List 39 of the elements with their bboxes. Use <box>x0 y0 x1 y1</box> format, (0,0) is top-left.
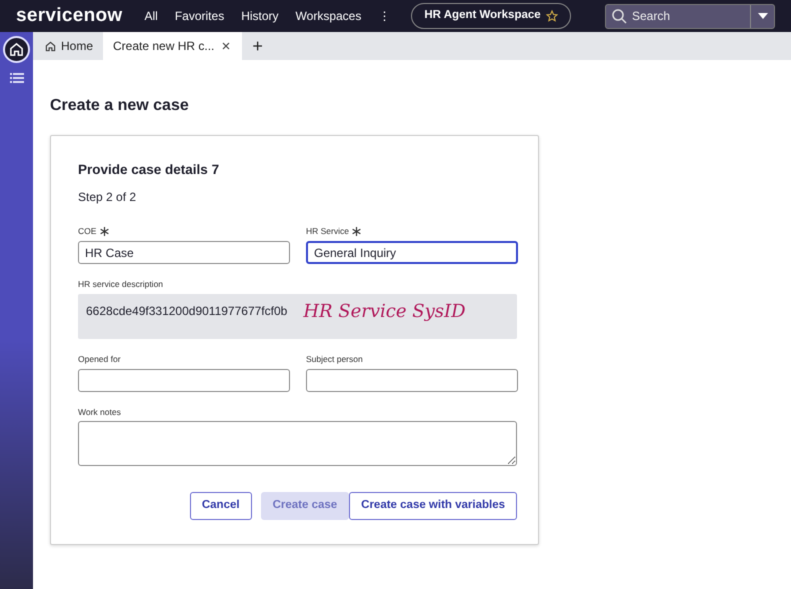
field-label: Subject person <box>306 352 363 366</box>
field-label: COE <box>78 225 96 238</box>
list-icon[interactable] <box>10 73 24 83</box>
action-button[interactable]: Cancel <box>190 492 252 520</box>
tab-label: Create new HR c... <box>113 38 214 55</box>
action-button[interactable]: Create case with variables <box>349 492 517 520</box>
nav-link[interactable]: All <box>144 7 158 25</box>
nav-link[interactable]: Favorites <box>174 7 224 25</box>
field-label: Work notes <box>78 406 121 418</box>
logo: servicenow <box>16 4 122 28</box>
field-label: Opened for <box>78 352 121 366</box>
field-label: HR Service <box>306 225 349 238</box>
field-label: HR service description <box>78 278 164 291</box>
new-tab-button[interactable]: + <box>242 32 273 60</box>
nav-link[interactable]: History <box>241 7 279 25</box>
close-icon[interactable] <box>222 42 230 50</box>
search-field[interactable]: Search <box>605 4 775 28</box>
input-field[interactable] <box>78 368 290 392</box>
tab[interactable]: Create new HR c... <box>103 32 242 60</box>
home-icon <box>9 42 24 57</box>
input-field[interactable] <box>306 368 518 392</box>
page-title: Create a new case <box>50 96 190 116</box>
more-menu[interactable]: ⋮ <box>378 7 390 25</box>
caret-icon[interactable] <box>758 13 768 19</box>
search-placeholder: Search <box>632 8 672 25</box>
star-icon[interactable] <box>546 10 558 22</box>
field-value: 6628cde49f331200d9011977677fcf0b <box>86 302 288 320</box>
input-field[interactable]: HR Case <box>78 241 290 264</box>
workspace-button[interactable]: HR Agent Workspace <box>411 3 571 29</box>
nav-link[interactable]: Workspaces <box>296 7 362 25</box>
home-button[interactable] <box>3 36 30 63</box>
tab-label: Home <box>61 38 94 55</box>
text-area[interactable] <box>78 421 517 466</box>
step-indicator: Step 2 of 2 <box>78 189 138 206</box>
home-icon <box>45 40 56 52</box>
tab[interactable]: Home <box>35 32 104 60</box>
handwritten-annotation: HR Service SysID <box>303 300 466 324</box>
input-field[interactable]: General Inquiry <box>306 241 518 264</box>
form-title: Provide case details 7 <box>78 161 220 179</box>
